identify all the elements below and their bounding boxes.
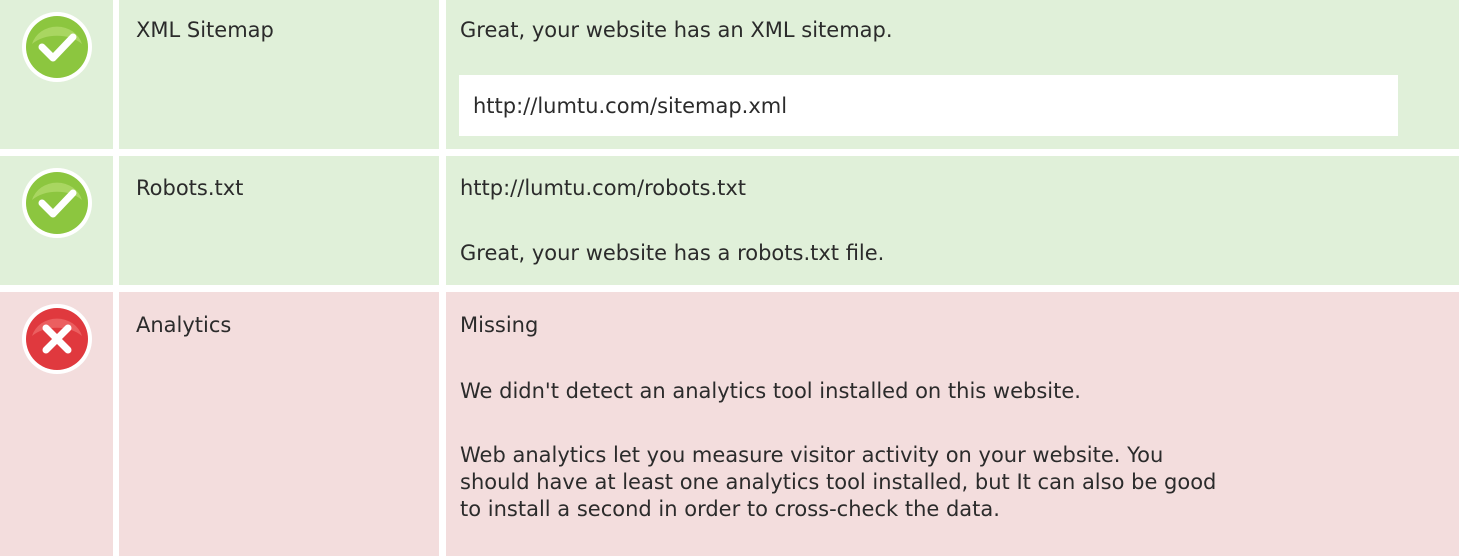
check-label: XML Sitemap [136, 18, 274, 42]
check-detail-cell: http://lumtu.com/robots.txt Great, your … [446, 156, 1459, 285]
report-row-xml-sitemap: XML Sitemap Great, your website has an X… [0, 0, 1459, 149]
report-row-robots-txt: Robots.txt http://lumtu.com/robots.txt G… [0, 156, 1459, 285]
status-cell [0, 292, 113, 556]
check-detail-cell: Missing We didn't detect an analytics to… [446, 292, 1459, 556]
check-description: Web analytics let you measure visitor ac… [460, 443, 1217, 521]
check-label: Robots.txt [136, 176, 244, 200]
check-detail-cell: Great, your website has an XML sitemap. … [446, 0, 1459, 149]
check-circle-icon [22, 168, 92, 238]
x-circle-icon [22, 304, 92, 374]
seo-report: XML Sitemap Great, your website has an X… [0, 0, 1459, 556]
check-label-cell: Robots.txt [119, 156, 439, 285]
check-circle-icon [22, 12, 92, 82]
check-message: Great, your website has a robots.txt fil… [460, 241, 885, 265]
sitemap-url[interactable]: http://lumtu.com/sitemap.xml [473, 93, 787, 119]
check-label: Analytics [136, 313, 232, 337]
check-message: Great, your website has an XML sitemap. [460, 18, 893, 42]
check-label-cell: Analytics [119, 292, 439, 556]
status-text: Missing [460, 313, 539, 337]
sitemap-url-box: http://lumtu.com/sitemap.xml [459, 75, 1398, 136]
check-label-cell: XML Sitemap [119, 0, 439, 149]
report-row-analytics: Analytics Missing We didn't detect an an… [0, 292, 1459, 556]
robots-url[interactable]: http://lumtu.com/robots.txt [460, 175, 746, 201]
status-cell [0, 156, 113, 285]
status-cell [0, 0, 113, 149]
check-message: We didn't detect an analytics tool insta… [460, 379, 1081, 403]
